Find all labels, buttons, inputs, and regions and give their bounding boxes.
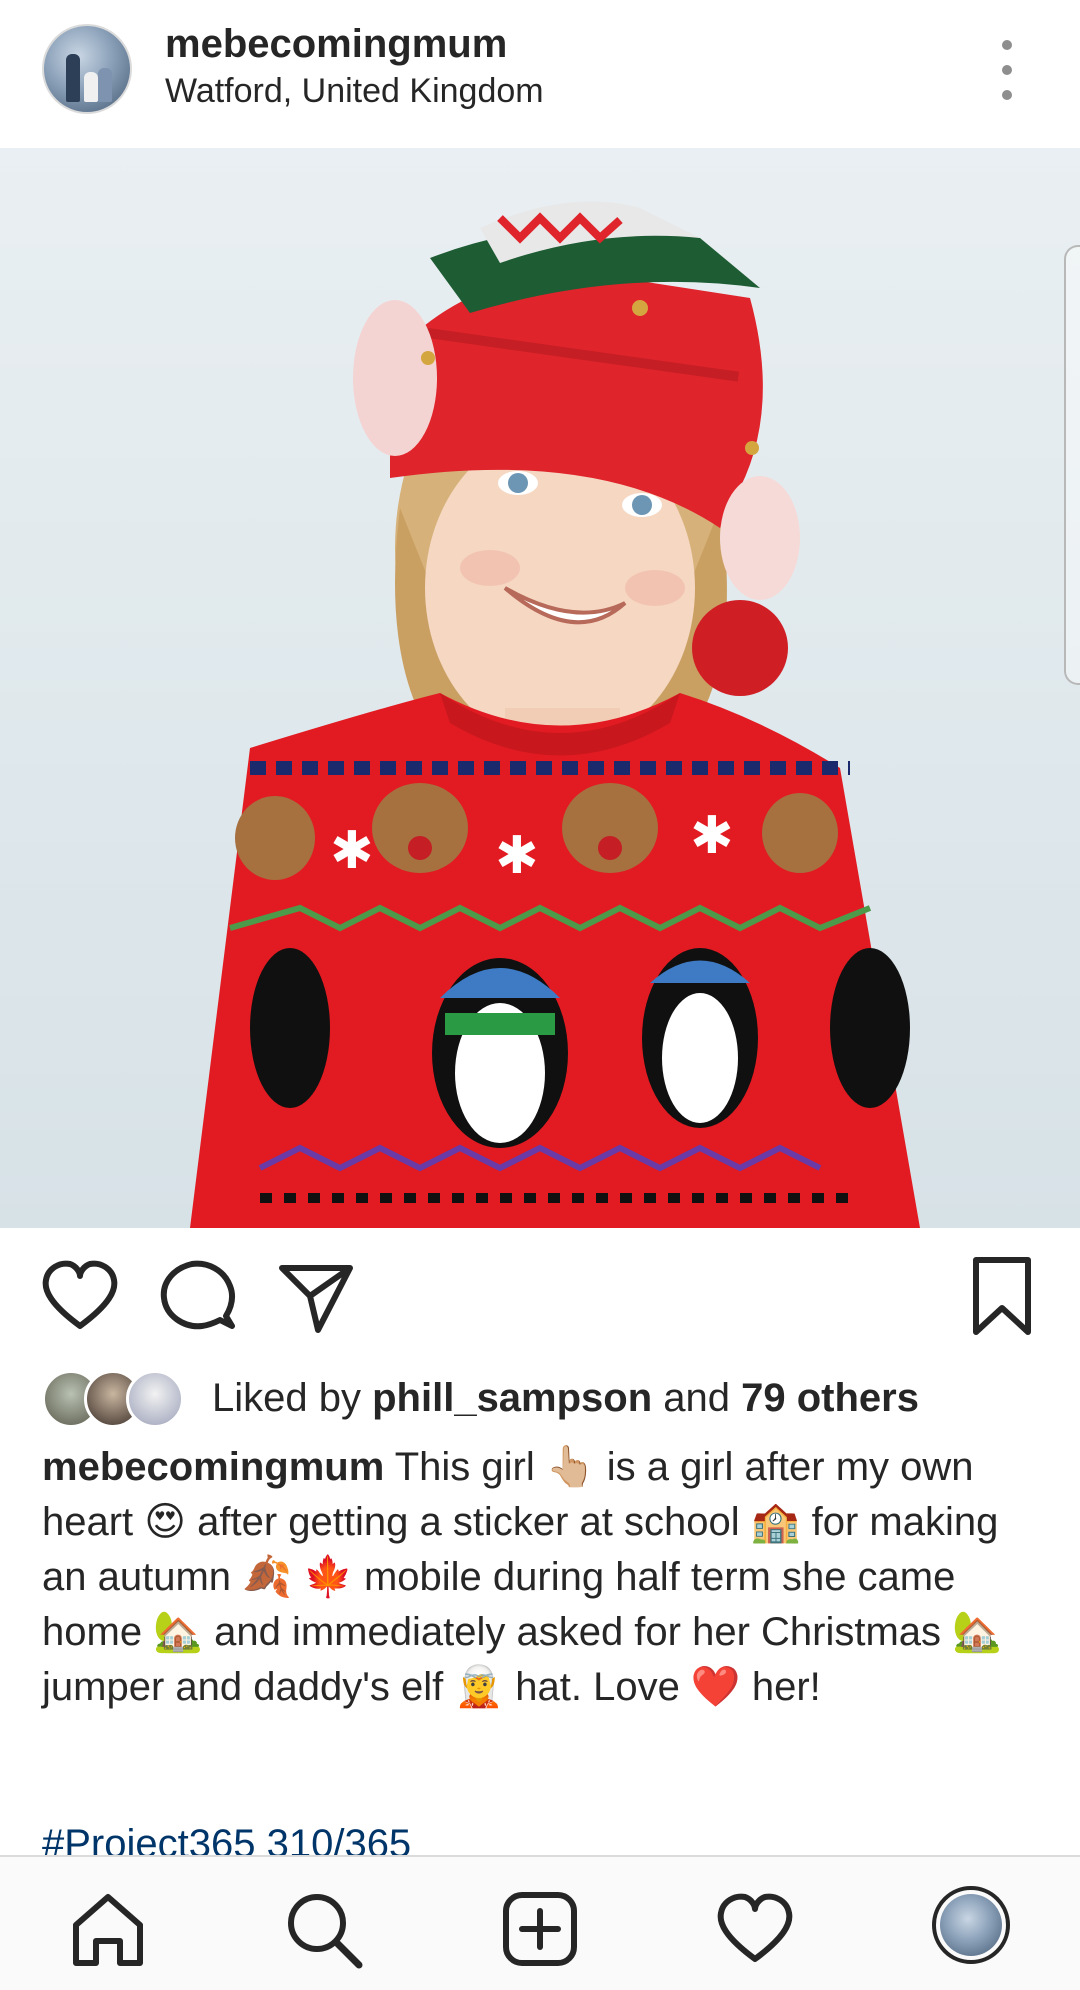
liker-username[interactable]: phill_sampson (372, 1376, 652, 1420)
svg-text:✱: ✱ (690, 806, 734, 866)
profile-avatar (940, 1894, 1002, 1956)
likes-text: Liked by phill_sampson and 79 others (212, 1376, 919, 1421)
post-location[interactable]: Watford, United Kingdom (165, 72, 544, 111)
user-avatar[interactable] (42, 24, 132, 114)
profile-icon[interactable] (932, 1886, 1010, 1964)
svg-text:✱: ✱ (330, 821, 374, 881)
bookmark-icon[interactable] (962, 1256, 1042, 1336)
post-header: mebecomingmum Watford, United Kingdom (0, 0, 1080, 148)
scroll-indicator (1064, 245, 1080, 685)
comment-icon[interactable] (158, 1256, 238, 1336)
search-icon[interactable] (283, 1889, 363, 1969)
likes-prefix: Liked by (212, 1376, 373, 1420)
bottom-navigation (0, 1855, 1080, 1990)
post-caption: mebecomingmum This girl 👆🏼 is a girl aft… (42, 1440, 1042, 1715)
more-vertical-icon[interactable] (990, 40, 1024, 100)
photo-illustration: ✱ ✱ ✱ (190, 201, 920, 1228)
liker-avatar (126, 1370, 184, 1428)
post-actions (0, 1228, 1080, 1368)
home-icon[interactable] (68, 1889, 148, 1969)
activity-icon[interactable] (715, 1889, 795, 1969)
paper-plane-icon[interactable] (276, 1256, 356, 1336)
heart-icon[interactable] (40, 1256, 120, 1336)
post-photo[interactable]: ✱ ✱ ✱ (0, 148, 1080, 1228)
likes-others[interactable]: 79 others (741, 1376, 919, 1420)
caption-username[interactable]: mebecomingmum (42, 1445, 384, 1489)
likes-summary[interactable]: Liked by phill_sampson and 79 others (42, 1370, 1042, 1432)
likes-middle: and (652, 1376, 742, 1420)
new-post-icon[interactable] (500, 1889, 580, 1969)
post-username[interactable]: mebecomingmum (165, 22, 507, 67)
svg-text:✱: ✱ (495, 826, 539, 886)
